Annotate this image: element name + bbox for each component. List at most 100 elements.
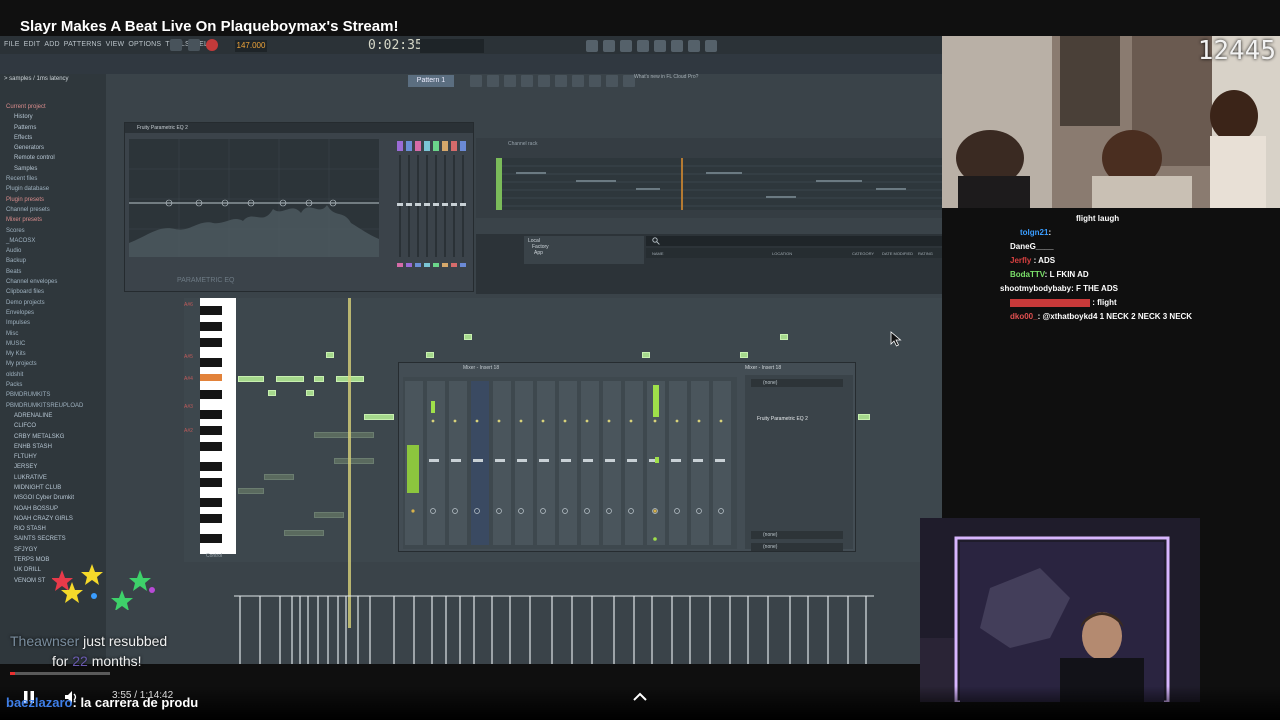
note[interactable]: [858, 414, 870, 420]
mixer-icon[interactable]: [521, 75, 533, 87]
note[interactable]: [314, 432, 374, 438]
note[interactable]: [464, 334, 472, 340]
chat-username[interactable]: tolgn21: [1000, 228, 1048, 237]
browser-item[interactable]: CRBY METALSKG: [6, 432, 83, 442]
eq-window-title[interactable]: Fruity Parametric EQ 2: [125, 123, 473, 133]
browser-item[interactable]: Audio: [6, 246, 83, 256]
black-key[interactable]: [200, 390, 222, 399]
note[interactable]: [264, 474, 294, 480]
browser-item[interactable]: ENHB STASH: [6, 442, 83, 452]
menu-add[interactable]: ADD: [44, 41, 59, 48]
browser-item[interactable]: Current project: [6, 102, 83, 112]
browser-item[interactable]: Scores: [6, 226, 83, 236]
col-rating[interactable]: RATING: [918, 251, 933, 256]
menu-edit[interactable]: EDIT: [24, 41, 41, 48]
browser-item[interactable]: History: [6, 112, 83, 122]
note[interactable]: [740, 352, 748, 358]
record-button[interactable]: [206, 39, 218, 51]
wait-record-icon[interactable]: [603, 40, 615, 52]
browser-item[interactable]: Samples: [6, 164, 83, 174]
insert-output-slot[interactable]: (none): [751, 543, 843, 551]
note[interactable]: [306, 390, 314, 396]
browser-item[interactable]: Effects: [6, 133, 83, 143]
insert-slot-plugin[interactable]: Fruity Parametric EQ 2: [751, 415, 843, 423]
note[interactable]: [426, 352, 434, 358]
note[interactable]: [642, 352, 650, 358]
browser-item[interactable]: My Kits: [6, 349, 83, 359]
browser-item[interactable]: Backup: [6, 256, 83, 266]
note[interactable]: [314, 512, 344, 518]
black-key[interactable]: [200, 442, 222, 451]
browser-item[interactable]: CLIFCO: [6, 421, 83, 431]
note[interactable]: [364, 414, 394, 420]
browser-item[interactable]: MUSIC: [6, 339, 83, 349]
tempo-display[interactable]: 147.000: [235, 40, 267, 52]
note[interactable]: [314, 376, 324, 382]
browser-item[interactable]: Remote control: [6, 153, 83, 163]
chevron-up-icon[interactable]: [632, 690, 648, 702]
bottom-chat-username[interactable]: baezlazaro: [6, 695, 72, 710]
black-key[interactable]: [200, 534, 222, 543]
browser-item[interactable]: My projects: [6, 359, 83, 369]
browser-item[interactable]: JERSEY: [6, 462, 83, 472]
pattern-selector[interactable]: Pattern 1: [408, 75, 454, 87]
playlist-icon[interactable]: [470, 75, 482, 87]
insert-output-slot[interactable]: (none): [751, 531, 843, 539]
blend-notes-icon[interactable]: [637, 40, 649, 52]
browser-item[interactable]: Recent files: [6, 174, 83, 184]
menu-file[interactable]: FILE: [4, 41, 20, 48]
black-key[interactable]: [200, 514, 222, 523]
piano-keyboard[interactable]: [200, 298, 236, 554]
browser-item[interactable]: _MACOSX: [6, 236, 83, 246]
black-key[interactable]: [200, 322, 222, 331]
browser-icon[interactable]: [538, 75, 550, 87]
black-key[interactable]: [200, 358, 222, 367]
eq-band-sliders[interactable]: [387, 137, 471, 287]
browser-item[interactable]: Plugin database: [6, 184, 83, 194]
browser-item[interactable]: Clipboard files: [6, 287, 83, 297]
browser-item[interactable]: Channel envelopes: [6, 277, 83, 287]
browser-item[interactable]: Plugin presets: [6, 195, 83, 205]
channel-rack-icon[interactable]: [504, 75, 516, 87]
browser-item[interactable]: Patterns: [6, 123, 83, 133]
black-key[interactable]: [200, 410, 222, 419]
browser-item[interactable]: MIDNIGHT CLUB: [6, 483, 83, 493]
step-edit-icon[interactable]: [671, 40, 683, 52]
browser-item[interactable]: Impulses: [6, 318, 83, 328]
download-icon[interactable]: [606, 75, 618, 87]
channel-rack-title[interactable]: Channel rack: [508, 141, 537, 147]
note[interactable]: [238, 376, 264, 382]
video-progress-bar[interactable]: [10, 672, 110, 675]
menu-options[interactable]: OPTIONS: [128, 41, 161, 48]
insert-preset-slot[interactable]: (none): [751, 379, 843, 387]
browser-item[interactable]: PBMDRUMKITS: [6, 390, 83, 400]
cpu-icon[interactable]: [705, 40, 717, 52]
black-key[interactable]: [200, 462, 222, 471]
mixer-insert-title[interactable]: Mixer - Insert 18: [745, 365, 781, 371]
browser-item[interactable]: NOAH BOSSUP: [6, 504, 83, 514]
browser-item[interactable]: Generators: [6, 143, 83, 153]
black-key[interactable]: [200, 426, 222, 435]
plugin-database-icon[interactable]: [589, 75, 601, 87]
browser-item[interactable]: RIO STASH: [6, 524, 83, 534]
midi-icon[interactable]: [688, 40, 700, 52]
note[interactable]: [284, 530, 324, 536]
col-date-modified[interactable]: DATE MODIFIED: [882, 251, 913, 256]
browser-item[interactable]: LUKRATIVE: [6, 473, 83, 483]
browser-item[interactable]: Beats: [6, 267, 83, 277]
browser-item[interactable]: PBMDRUMKITSREUPLOAD: [6, 401, 83, 411]
browser-item[interactable]: Mixer presets: [6, 215, 83, 225]
note[interactable]: [780, 334, 788, 340]
fl-cloud-hint[interactable]: What's new in FL Cloud Pro?: [634, 74, 704, 80]
browser-item[interactable]: ADRENALINE: [6, 411, 83, 421]
black-key[interactable]: [200, 498, 222, 507]
browser-item[interactable]: MSGOI Cyber Drumkit: [6, 493, 83, 503]
browser-item[interactable]: Demo projects: [6, 298, 83, 308]
chat-username[interactable]: BodaTTV: [1000, 270, 1045, 279]
browser-item[interactable]: FLTUHY: [6, 452, 83, 462]
col-location[interactable]: LOCATION: [772, 251, 792, 256]
browser-item[interactable]: Channel presets: [6, 205, 83, 215]
browser-item[interactable]: NOAH CRAZY GIRLS: [6, 514, 83, 524]
browser-item[interactable]: Misc: [6, 329, 83, 339]
browser-item[interactable]: Packs: [6, 380, 83, 390]
